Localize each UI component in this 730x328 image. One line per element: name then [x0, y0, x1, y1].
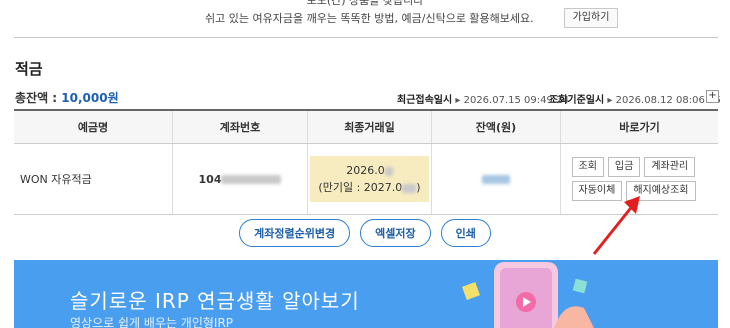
balance-cell — [431, 143, 561, 215]
footer-buttons: 계좌정렬순위변경 엑셀저장 인쇄 — [0, 219, 730, 247]
maturity-close: ) — [416, 181, 421, 194]
promo-text: 쉬고 있는 여유자금을 깨우는 똑똑한 방법, 예금/신탁으로 활용해보세요. — [205, 12, 534, 25]
masked-digits — [221, 175, 282, 184]
banner-subtitle: 영상으로 쉽게 배우는 개인형IRP — [70, 316, 234, 328]
excel-save-button[interactable]: 엑셀저장 — [360, 219, 431, 247]
join-button[interactable]: 가입하기 — [564, 8, 618, 28]
deposit-button[interactable]: 입금 — [607, 157, 641, 177]
col-shortcuts: 바로가기 — [560, 109, 718, 144]
masked-balance — [482, 175, 510, 184]
section-title: 적금 — [15, 60, 43, 78]
top-cut-text: 포도(간) 상품을 찾습니다 — [306, 0, 424, 7]
balance-label: 총잔액 : — [15, 91, 62, 105]
last-date-cell: 2026.0 (만기일 : 2027.0) — [307, 143, 432, 215]
banner-title: 슬기로운 IRP 연금생활 알아보기 — [70, 289, 360, 313]
col-last-date: 최종거래일 — [307, 109, 432, 144]
last-login: 최근접속일시 ▸ 2026.07.15 09:49:24 — [397, 95, 569, 106]
masked-digits — [384, 166, 393, 176]
last-login-label: 최근접속일시 — [397, 95, 453, 106]
table-header-row: 예금명 계좌번호 최종거래일 잔액(원) 바로가기 — [14, 109, 718, 144]
expand-button[interactable]: + — [706, 90, 719, 103]
print-button[interactable]: 인쇄 — [440, 219, 491, 247]
account-manage-button[interactable]: 계좌관리 — [644, 157, 696, 177]
lookup-time: 조회기준일시 ▸ 2026.08.12 08:06:05 — [549, 95, 721, 106]
last-date: 2026.0 — [346, 164, 385, 177]
lookup-label: 조회기준일시 — [549, 95, 605, 106]
irp-banner[interactable]: 슬기로운 IRP 연금생활 알아보기 영상으로 쉽게 배우는 개인형IRP — [14, 260, 718, 328]
col-balance: 잔액(원) — [431, 109, 561, 144]
balance-value: 10,000원 — [61, 91, 119, 105]
sort-order-button[interactable]: 계좌정렬순위변경 — [239, 219, 351, 247]
masked-digits — [402, 183, 417, 193]
account-number[interactable]: 104 — [172, 143, 308, 215]
inquiry-button[interactable]: 조회 — [571, 157, 604, 177]
col-name: 예금명 — [14, 109, 173, 144]
phone-illustration — [462, 262, 594, 328]
account-prefix: 104 — [198, 172, 222, 186]
product-name[interactable]: WON 자유적금 — [14, 143, 173, 215]
col-account: 계좌번호 — [172, 109, 308, 144]
date-highlight: 2026.0 (만기일 : 2027.0) — [310, 156, 429, 202]
maturity-date: (만기일 : 2027.0 — [318, 181, 403, 194]
total-balance: 총잔액 : 10,000원 — [15, 89, 119, 106]
divider — [14, 37, 718, 38]
